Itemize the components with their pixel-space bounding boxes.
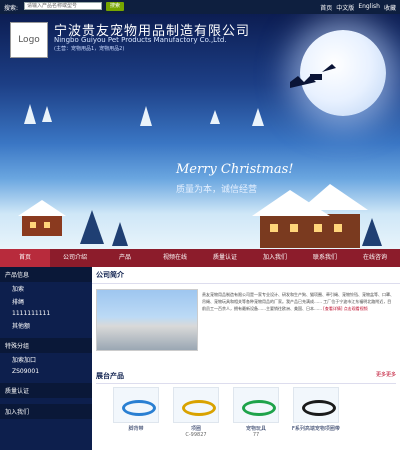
product-code: C-99827 xyxy=(185,432,207,438)
products-more-link[interactable]: 更多更多 xyxy=(376,371,396,378)
nav-products[interactable]: 产品 xyxy=(100,249,150,267)
nav-home[interactable]: 首页 xyxy=(0,249,50,267)
sidebar-join-title[interactable]: 加入我们 xyxy=(0,404,92,419)
banner-slogan: 质量为本，诚信经营 xyxy=(176,185,258,195)
product-image[interactable] xyxy=(293,387,339,423)
search-input[interactable]: 请输入产品名称或型号 xyxy=(24,2,102,10)
top-link-chinese[interactable]: 中文版 xyxy=(336,3,354,12)
search-button[interactable]: 搜索 xyxy=(106,2,124,11)
banner-scenery xyxy=(18,64,382,248)
nav-company-intro[interactable]: 公司介绍 xyxy=(50,249,100,267)
top-links: 首页 中文版 English 收藏 xyxy=(320,3,396,12)
nav-video[interactable]: 视频在线 xyxy=(150,249,200,267)
sidebar-special-title: 特殊分组 xyxy=(0,338,92,353)
product-image[interactable] xyxy=(113,387,159,423)
factory-image xyxy=(96,289,198,351)
products-title: 展台产品 xyxy=(96,371,396,384)
product-card[interactable]: 宠物玩具 77 xyxy=(232,387,280,438)
product-card[interactable]: 脚背带 xyxy=(112,387,160,432)
product-code: 77 xyxy=(252,432,260,438)
top-bar: 搜索: 请输入产品名称或型号 搜索 首页 中文版 English 收藏 xyxy=(0,0,400,14)
main-nav: 首页 公司介绍 产品 视频在线 质量认证 加入我们 联系我们 在线咨询 xyxy=(0,249,400,267)
nav-quality[interactable]: 质量认证 xyxy=(200,249,250,267)
nav-join[interactable]: 加入我们 xyxy=(250,249,300,267)
top-link-english[interactable]: English xyxy=(358,3,380,12)
search-label: 搜索: xyxy=(4,5,19,12)
nav-contact[interactable]: 联系我们 xyxy=(300,249,350,267)
sidebar-quality-title[interactable]: 质量认证 xyxy=(0,383,92,398)
top-link-favorite[interactable]: 收藏 xyxy=(384,3,396,12)
sidebar-product-item[interactable]: 其他额 xyxy=(0,319,92,332)
sidebar-product-item[interactable]: 1111111111 xyxy=(0,308,92,319)
banner-greeting: Merry Christmas! xyxy=(176,162,294,177)
sidebar-products-title: 产品信息 xyxy=(0,267,92,282)
product-image[interactable] xyxy=(173,387,219,423)
banner: Logo 宁波贵友宠物用品制造有限公司 Ningbo Guiyou Pet Pr… xyxy=(0,14,400,249)
product-image[interactable] xyxy=(233,387,279,423)
video-link[interactable]: 点击观看视频 xyxy=(344,306,368,311)
product-card[interactable]: 项圈 C-99827 xyxy=(172,387,220,438)
product-name[interactable]: F系列高端宠物项圈带 xyxy=(292,425,340,432)
main-content: 公司简介 贵友宠物用品制造有限公司是一家专业设计、研发和生产狗、猫项圈、牵引绳、… xyxy=(92,267,400,450)
sidebar-special-item[interactable]: 加索加口 xyxy=(0,353,92,366)
more-detail-link[interactable]: [查看详情] xyxy=(323,306,342,311)
sidebar: 产品信息 加索 排绳 1111111111 其他额 特殊分组 加索加口 ZS09… xyxy=(0,267,92,450)
top-link-home[interactable]: 首页 xyxy=(320,3,332,12)
sidebar-special-item[interactable]: ZS09001 xyxy=(0,366,92,377)
product-name[interactable]: 脚背带 xyxy=(112,425,160,432)
intro-text: 贵友宠物用品制造有限公司是一家专业设计、研发和生产狗、猫项圈、牵引绳、宠物铃铛、… xyxy=(202,291,394,312)
intro-title: 公司简介 xyxy=(92,267,400,284)
product-card[interactable]: F系列高端宠物项圈带 xyxy=(292,387,340,432)
nav-online-consult[interactable]: 在线咨询 xyxy=(350,249,400,267)
sidebar-product-item[interactable]: 排绳 xyxy=(0,295,92,308)
product-name[interactable]: 宠物玩具 xyxy=(232,425,280,432)
sidebar-product-item[interactable]: 加索 xyxy=(0,282,92,295)
product-name[interactable]: 项圈 xyxy=(172,425,220,432)
